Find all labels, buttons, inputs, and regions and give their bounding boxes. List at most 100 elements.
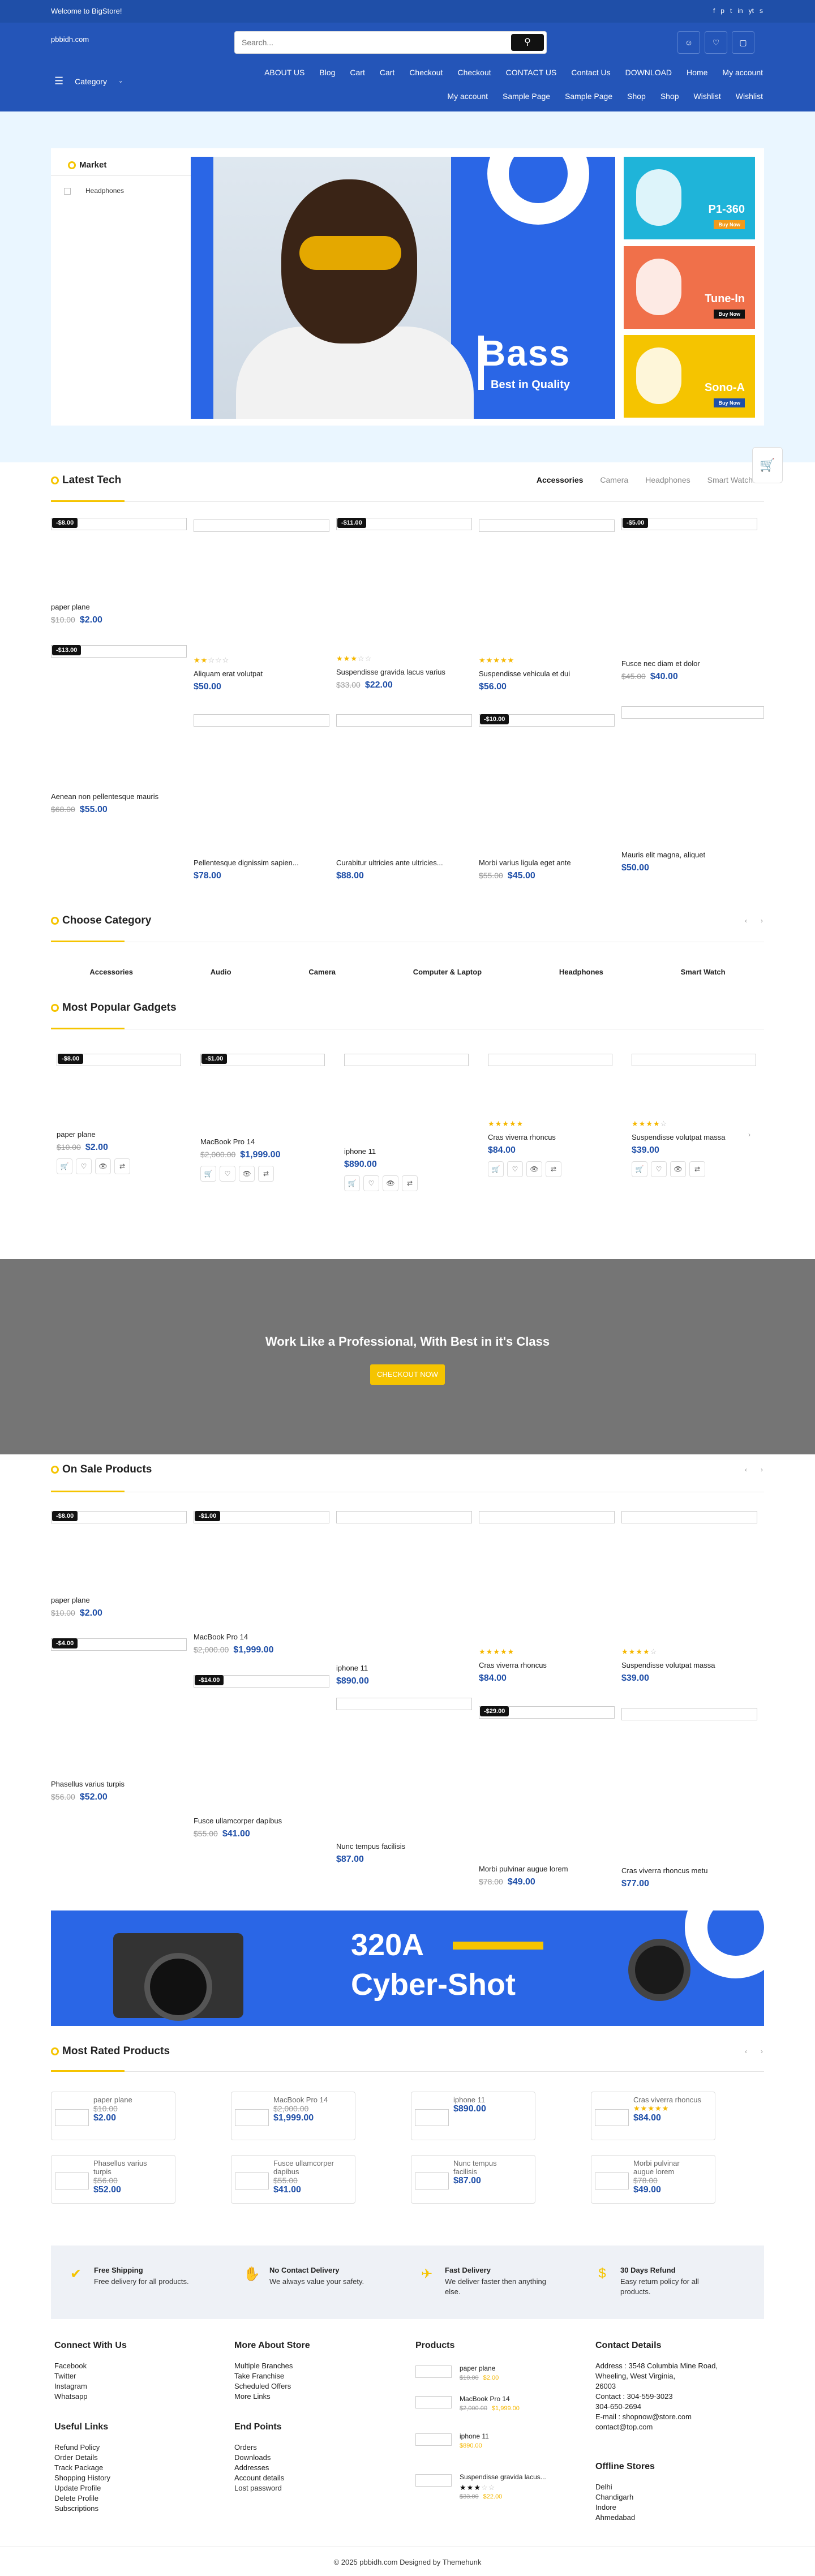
footer-link[interactable]: Lost password [234, 2483, 381, 2493]
side-banner-1[interactable]: Tune-In Buy Now [624, 246, 755, 329]
product-image[interactable] [415, 2396, 452, 2408]
product-name[interactable]: Curabitur ultricies ante ultricies... [336, 858, 472, 867]
product-image[interactable] [621, 1708, 757, 1720]
footer-link[interactable]: Multiple Branches [234, 2361, 381, 2371]
nav-item[interactable]: Contact Us [571, 68, 610, 77]
product-name[interactable]: MacBook Pro 14 [460, 2395, 584, 2403]
floating-cart-icon[interactable]: 🛒 [752, 447, 783, 483]
product-name[interactable]: Suspendisse gravida lacus... [460, 2473, 584, 2481]
product-name[interactable]: Phasellus varius turpis [51, 1780, 187, 1788]
rated-card[interactable]: MacBook Pro 14 $2,000.00 $1,999.00 [231, 2092, 355, 2140]
arrow-left-icon[interactable]: ‹ [745, 1466, 747, 1474]
heart-icon[interactable]: ♡ [76, 1158, 92, 1174]
store-link[interactable]: Indore [595, 2502, 743, 2513]
eye-icon[interactable]: 👁 [670, 1161, 686, 1177]
rated-card[interactable]: Morbi pulvinar augue lorem $78.00 $49.00 [591, 2155, 715, 2204]
product-image[interactable] [479, 520, 615, 532]
category-item[interactable]: Computer & Laptop [413, 968, 482, 976]
social-icon-5[interactable]: s [760, 7, 763, 15]
bag-icon[interactable]: ▢ [732, 31, 754, 54]
social-icon-4[interactable]: yt [749, 7, 754, 15]
compare-icon[interactable]: ⇄ [114, 1158, 130, 1174]
product-name[interactable]: Cras viverra rhoncus [488, 1133, 612, 1141]
product-name[interactable]: MacBook Pro 14 [200, 1137, 325, 1146]
product-name[interactable]: Aenean non pellentesque mauris [51, 792, 187, 801]
category-button[interactable]: ☰ Category ⌄ [54, 75, 123, 87]
product-image[interactable] [336, 1698, 472, 1710]
product-name[interactable]: iphone 11 [453, 2096, 521, 2104]
product-name[interactable]: paper plane [51, 1596, 187, 1604]
social-icon-2[interactable]: t [730, 7, 732, 15]
footer-link[interactable]: Order Details [54, 2453, 201, 2463]
product-name[interactable]: Suspendisse gravida lacus varius [336, 668, 472, 676]
user-icon[interactable]: ☺ [677, 31, 700, 54]
product-name[interactable]: MacBook Pro 14 [273, 2096, 341, 2104]
product-name[interactable]: iphone 11 [460, 2432, 584, 2440]
store-link[interactable]: Delhi [595, 2482, 743, 2492]
product-name[interactable]: Nunc tempus facilisis [453, 2159, 521, 2176]
heart-icon[interactable]: ♡ [220, 1166, 235, 1182]
product-image[interactable] [632, 1054, 756, 1066]
heart-icon[interactable]: ♡ [363, 1175, 379, 1191]
product-image[interactable] [415, 2365, 452, 2378]
footer-link[interactable]: Facebook [54, 2361, 201, 2371]
footer-link[interactable]: Orders [234, 2442, 381, 2453]
footer-link[interactable]: Refund Policy [54, 2442, 201, 2453]
footer-link[interactable]: Whatsapp [54, 2392, 201, 2402]
rated-card[interactable]: Nunc tempus facilisis $87.00 [411, 2155, 535, 2204]
category-item[interactable]: Smart Watch [681, 968, 726, 976]
product-name[interactable]: Cras viverra rhoncus [479, 1661, 615, 1669]
category-item[interactable]: Camera [308, 968, 336, 976]
footer-link[interactable]: Update Profile [54, 2483, 201, 2493]
contact-line[interactable]: E-mail : shopnow@store.com [595, 2412, 743, 2422]
rated-card[interactable]: iphone 11 $890.00 [411, 2092, 535, 2140]
checkout-button[interactable]: CHECKOUT NOW [370, 1364, 445, 1385]
product-image[interactable] [621, 1511, 757, 1523]
cart-icon[interactable]: 🛒 [200, 1166, 216, 1182]
nav-item[interactable]: My account [447, 92, 488, 101]
category-item[interactable]: Headphones [559, 968, 603, 976]
nav-item[interactable]: Cart [350, 68, 364, 77]
arrow-left-icon[interactable]: ‹ [745, 917, 747, 925]
heart-icon[interactable]: ♡ [705, 31, 727, 54]
footer-link[interactable]: Downloads [234, 2453, 381, 2463]
product-name[interactable]: paper plane [57, 1130, 181, 1139]
search-input[interactable] [235, 32, 507, 53]
footer-link[interactable]: Take Franchise [234, 2371, 381, 2381]
buy-now-button[interactable]: Buy Now [714, 220, 745, 229]
tab-headphones[interactable]: Headphones [645, 475, 690, 484]
footer-link[interactable]: Delete Profile [54, 2493, 201, 2504]
product-name[interactable]: Pellentesque dignissim sapien... [194, 858, 329, 867]
nav-item[interactable]: Wishlist [736, 92, 763, 101]
cyber-shot-banner[interactable]: 320A Cyber-Shot [51, 1910, 764, 2026]
compare-icon[interactable]: ⇄ [689, 1161, 705, 1177]
cart-icon[interactable]: 🛒 [632, 1161, 647, 1177]
contact-line[interactable]: 26003 [595, 2381, 743, 2392]
nav-item[interactable]: CONTACT US [506, 68, 557, 77]
contact-line[interactable]: Address : 3548 Columbia Mine Road, [595, 2361, 743, 2371]
eye-icon[interactable]: 👁 [95, 1158, 111, 1174]
buy-now-button[interactable]: Buy Now [714, 310, 745, 319]
product-name[interactable]: Cras viverra rhoncus metu [621, 1866, 757, 1875]
arrow-left-icon[interactable]: ‹ [745, 2047, 747, 2055]
store-link[interactable]: Chandigarh [595, 2492, 743, 2502]
product-image[interactable] [336, 714, 472, 727]
social-icon-1[interactable]: p [720, 7, 724, 15]
arrow-right-icon[interactable]: › [761, 1466, 763, 1474]
rated-card[interactable]: Fusce ullamcorper dapibus $55.00 $41.00 [231, 2155, 355, 2204]
compare-icon[interactable]: ⇄ [546, 1161, 561, 1177]
rated-card[interactable]: Phasellus varius turpis $56.00 $52.00 [51, 2155, 175, 2204]
product-image[interactable] [344, 1054, 469, 1066]
side-banner-2[interactable]: Sono-A Buy Now [624, 335, 755, 418]
buy-now-button[interactable]: Buy Now [714, 398, 745, 407]
category-item[interactable]: Accessories [89, 968, 133, 976]
contact-line[interactable]: contact@top.com [595, 2422, 743, 2432]
nav-item[interactable]: My account [722, 68, 763, 77]
nav-item[interactable]: Checkout [457, 68, 491, 77]
side-banner-0[interactable]: P1-360 Buy Now [624, 157, 755, 239]
product-name[interactable]: Fusce ullamcorper dapibus [273, 2159, 341, 2176]
product-image[interactable] [194, 520, 329, 532]
footer-link[interactable]: Subscriptions [54, 2504, 201, 2514]
product-image[interactable] [415, 2433, 452, 2446]
footer-link[interactable]: Shopping History [54, 2473, 201, 2483]
